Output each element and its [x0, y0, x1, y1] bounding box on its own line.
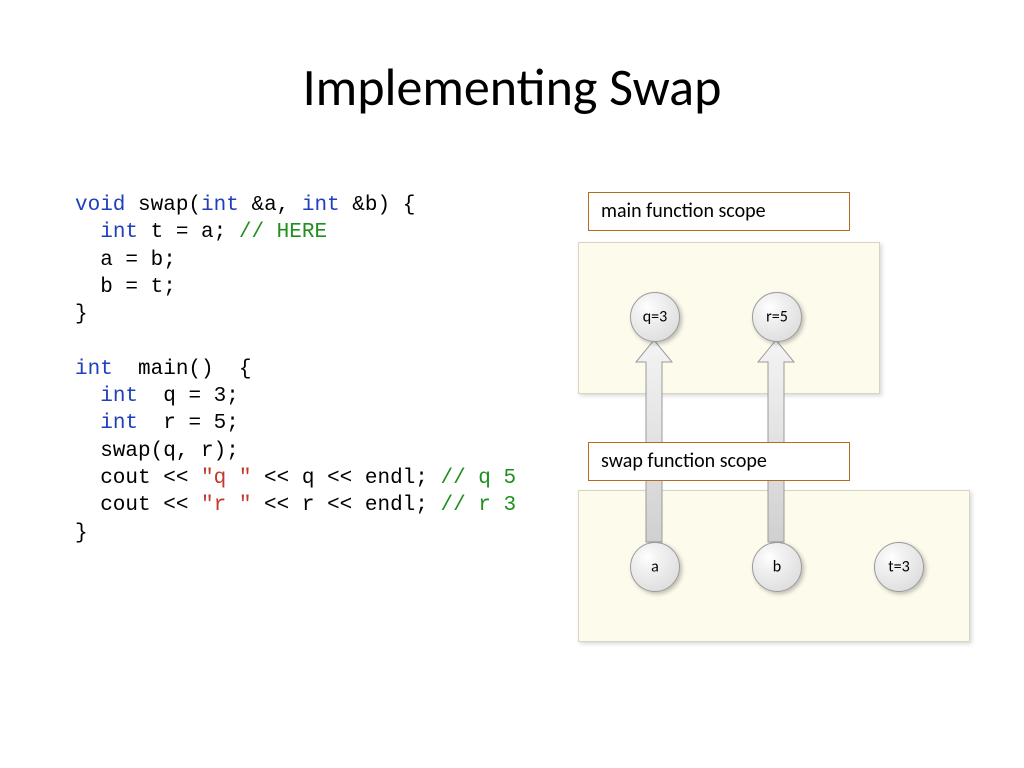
- comment: // HERE: [239, 221, 327, 244]
- code-text: swap(q, r);: [75, 440, 239, 463]
- code-text: b = t;: [75, 276, 176, 299]
- keyword-int: int: [201, 194, 239, 217]
- code-text: q = 3;: [138, 385, 239, 408]
- variable-a: a: [630, 542, 680, 592]
- keyword-int: int: [302, 194, 340, 217]
- code-text: << r << endl;: [251, 494, 440, 517]
- keyword-int: int: [100, 385, 138, 408]
- string-literal: "r ": [201, 494, 251, 517]
- swap-scope-label: swap function scope: [588, 442, 850, 481]
- code-text: a = b;: [75, 249, 176, 272]
- keyword-int: int: [100, 221, 138, 244]
- variable-r-text: r=5: [753, 308, 801, 327]
- code-text: &a,: [239, 194, 302, 217]
- code-block: void swap(int &a, int &b) { int t = a; /…: [75, 192, 516, 547]
- code-text: t = a;: [138, 221, 239, 244]
- code-text: r = 5;: [138, 412, 239, 435]
- main-scope-label: main function scope: [588, 192, 850, 231]
- code-text: swap(: [125, 194, 201, 217]
- variable-t: t=3: [874, 542, 924, 592]
- code-text: &b) {: [340, 194, 416, 217]
- variable-q-text: q=3: [631, 308, 679, 327]
- keyword-int: int: [75, 358, 113, 381]
- code-text: }: [75, 303, 88, 326]
- variable-t-text: t=3: [875, 558, 923, 577]
- variable-b: b: [752, 542, 802, 592]
- slide: Implementing Swap void swap(int &a, int …: [0, 0, 1024, 768]
- comment: // r 3: [440, 494, 516, 517]
- variable-q: q=3: [630, 292, 680, 342]
- variable-r: r=5: [752, 292, 802, 342]
- code-text: << q << endl;: [251, 467, 440, 490]
- code-text: }: [75, 522, 88, 545]
- keyword-int: int: [100, 412, 138, 435]
- variable-b-text: b: [753, 558, 801, 577]
- variable-a-text: a: [631, 558, 679, 577]
- comment: // q 5: [440, 467, 516, 490]
- main-scope-panel: [578, 242, 880, 394]
- code-text: cout <<: [75, 494, 201, 517]
- scope-diagram: main function scope swap function scope …: [562, 192, 972, 662]
- code-text: cout <<: [75, 467, 201, 490]
- slide-title: Implementing Swap: [0, 55, 1024, 119]
- code-text: main() {: [113, 358, 252, 381]
- string-literal: "q ": [201, 467, 251, 490]
- keyword-void: void: [75, 194, 125, 217]
